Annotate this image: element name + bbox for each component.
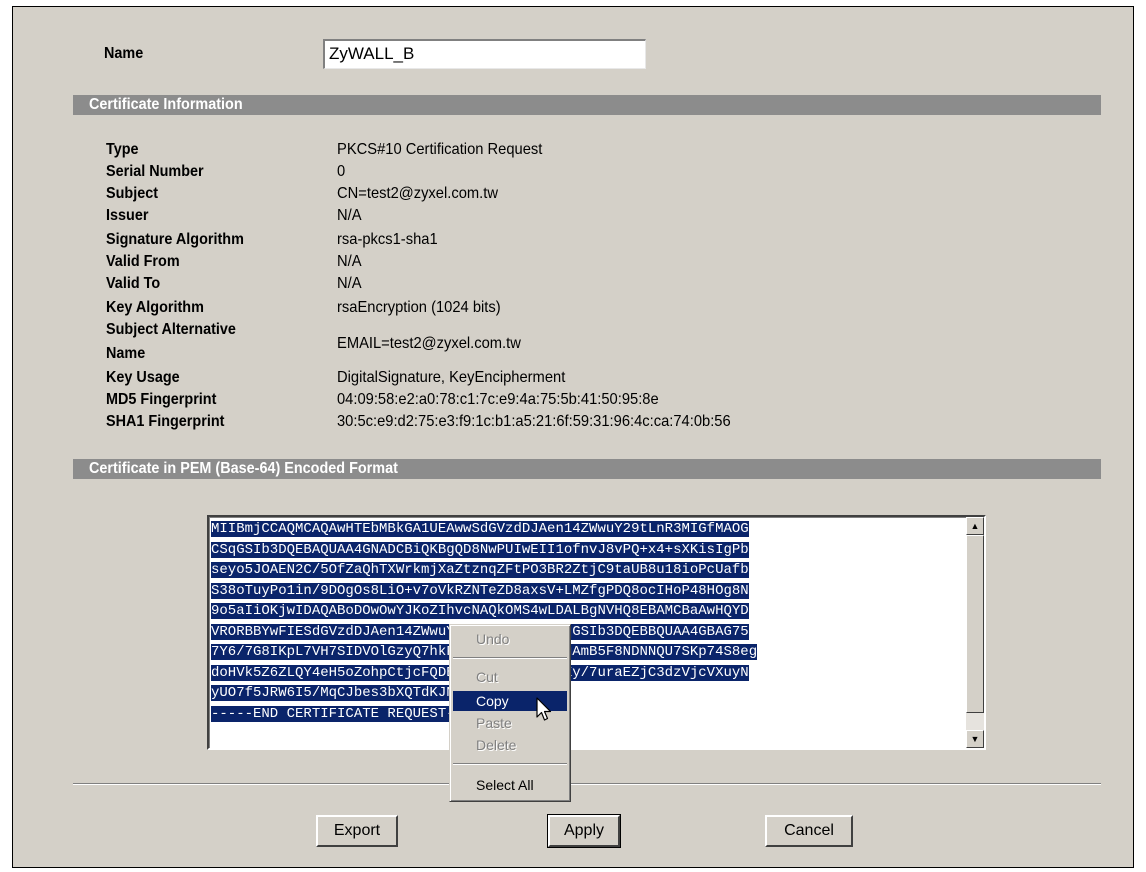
sha1-fingerprint-value: 30:5c:e9:d2:75:e3:f9:1c:b1:a5:21:6f:59:3… (337, 413, 731, 430)
key-algorithm-value: rsaEncryption (1024 bits) (337, 299, 501, 316)
signature-algorithm-value: rsa-pkcs1-sha1 (337, 231, 438, 248)
name-label: Name (104, 45, 144, 62)
cancel-button[interactable]: Cancel (765, 815, 853, 847)
pem-line: MIIBmjCCAQMCAQAwHTEbMBkGA1UEAwwSdGVzdDJA… (211, 521, 749, 537)
pem-line: 7Y6/7G8IKpL7VH7SIDVOlGzyQ7hkFPHyYCbf94v6… (211, 642, 963, 663)
context-menu-cut[interactable]: Cut (453, 667, 567, 687)
pem-text: MIIBmjCCAQMCAQAwHTEbMBkGA1UEAwwSdGVzdDJA… (211, 519, 963, 724)
type-label: Type (106, 141, 139, 158)
issuer-value: N/A (337, 207, 362, 224)
context-menu-undo[interactable]: Undo (453, 629, 567, 649)
export-button[interactable]: Export (316, 815, 398, 847)
md5-fingerprint-label: MD5 Fingerprint (106, 391, 217, 408)
pem-textarea[interactable]: MIIBmjCCAQMCAQAwHTEbMBkGA1UEAwwSdGVzdDJA… (207, 515, 986, 750)
pem-line: 9o5aIiOKjwIDAQABoDOwOwYJKoZIhvcNAQkOMS4w… (211, 603, 749, 619)
valid-to-label: Valid To (106, 275, 161, 292)
name-input[interactable]: ZyWALL_B (323, 39, 646, 69)
divider (73, 783, 1101, 785)
sha1-fingerprint-label: SHA1 Fingerprint (106, 413, 225, 430)
serial-number-value: 0 (337, 163, 346, 180)
context-menu-separator (453, 657, 567, 659)
pem-line: -----END CERTIFICATE REQUEST----- (211, 705, 489, 722)
context-menu-select-all[interactable]: Select All (453, 775, 567, 795)
subject-value: CN=test2@zyxel.com.tw (337, 185, 498, 202)
pem-line: seyo5JOAEN2C/5OfZaQhTXWrkmjXaZtznqZFtPO3… (211, 562, 749, 578)
pem-line: yUO7f5JRW6I5/MqCJbes3bXQTdKJN4a7nUA4TZ (211, 685, 531, 701)
pem-scrollbar[interactable]: ▲ ▼ (966, 517, 984, 748)
valid-from-value: N/A (337, 253, 362, 270)
issuer-label: Issuer (106, 207, 149, 224)
pem-line: doHVk5Z6ZLQY4eH5oZohpCtjcFQDBn9MgoYWUFlS… (211, 663, 963, 684)
mouse-pointer-icon (536, 697, 552, 721)
certificate-information-title: Certificate Information (89, 96, 243, 113)
apply-button[interactable]: Apply (547, 814, 621, 848)
md5-fingerprint-value: 04:09:58:e2:a0:78:c1:7c:e9:4a:75:5b:41:5… (337, 391, 659, 408)
certificate-details-panel: Name ZyWALL_B Certificate Information Ty… (12, 6, 1134, 868)
key-usage-value: DigitalSignature, KeyEncipherment (337, 369, 566, 386)
serial-number-label: Serial Number (106, 163, 204, 180)
context-menu-delete[interactable]: Delete (453, 735, 567, 755)
scroll-down-arrow-icon[interactable]: ▼ (966, 730, 984, 748)
valid-to-value: N/A (337, 275, 362, 292)
context-menu-separator (453, 763, 567, 765)
key-usage-label: Key Usage (106, 369, 180, 386)
valid-from-label: Valid From (106, 253, 180, 270)
signature-algorithm-label: Signature Algorithm (106, 231, 244, 248)
type-value: PKCS#10 Certification Request (337, 141, 543, 158)
subject-alt-name-label-line2: Name (106, 345, 146, 362)
certificate-information-header: Certificate Information (73, 95, 1101, 115)
scrollbar-thumb[interactable] (966, 535, 984, 713)
subject-label: Subject (106, 185, 159, 202)
subject-alt-name-label-line1: Subject Alternative (106, 321, 236, 338)
pem-line: CSqGSIb3DQEBAQUAA4GNADCBiQKBgQD8NwPUIwEI… (211, 541, 749, 558)
pem-line: VRORBBYwFIESdGVzdDJAen14ZWwuY29tLnR3MAOG… (211, 622, 963, 643)
scroll-up-arrow-icon[interactable]: ▲ (966, 517, 984, 535)
subject-alt-name-value: EMAIL=test2@zyxel.com.tw (337, 335, 521, 352)
key-algorithm-label: Key Algorithm (106, 299, 204, 316)
context-menu: Undo Cut Copy Paste Delete Select All (449, 624, 571, 802)
pem-format-header: Certificate in PEM (Base-64) Encoded For… (73, 459, 1101, 479)
pem-line: S38oTuyPo1in/9DOgOs8LiO+v7oVkRZNTeZD8axs… (211, 582, 749, 599)
pem-format-title: Certificate in PEM (Base-64) Encoded For… (89, 460, 398, 477)
